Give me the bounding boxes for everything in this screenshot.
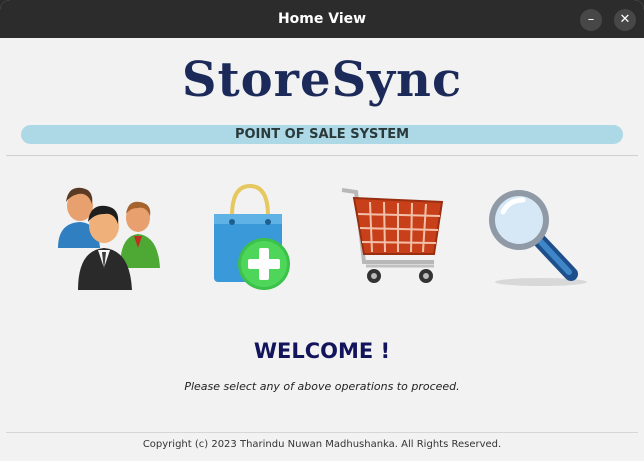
search-button[interactable]	[475, 178, 595, 293]
window-title: Home View	[277, 11, 367, 27]
system-banner: POINT OF SALE SYSTEM	[21, 125, 623, 144]
operations-row	[0, 178, 644, 293]
app-logo: StoreSync	[181, 52, 463, 108]
home-view-window: Home View – ✕ StoreSync POINT OF SALE SY…	[0, 0, 644, 461]
footer-divider	[6, 432, 638, 433]
customers-icon	[58, 187, 160, 290]
minimize-button[interactable]: –	[580, 9, 602, 31]
magnifying-glass-icon	[489, 190, 587, 286]
add-product-button[interactable]	[194, 178, 314, 293]
customers-button[interactable]	[48, 178, 168, 293]
copyright-text: Copyright (c) 2023 Tharindu Nuwan Madhus…	[142, 439, 502, 450]
welcome-heading: WELCOME !	[253, 339, 391, 363]
sales-cart-button[interactable]	[330, 178, 450, 293]
header-divider	[6, 155, 638, 156]
shopping-cart-icon	[341, 188, 444, 283]
main-content: StoreSync POINT OF SALE SYSTEM WELCOME !…	[0, 38, 644, 461]
title-bar[interactable]: Home View – ✕	[0, 0, 644, 38]
close-button[interactable]: ✕	[614, 9, 636, 31]
add-product-bag-icon	[214, 183, 290, 290]
instruction-text: Please select any of above operations to…	[184, 380, 460, 393]
